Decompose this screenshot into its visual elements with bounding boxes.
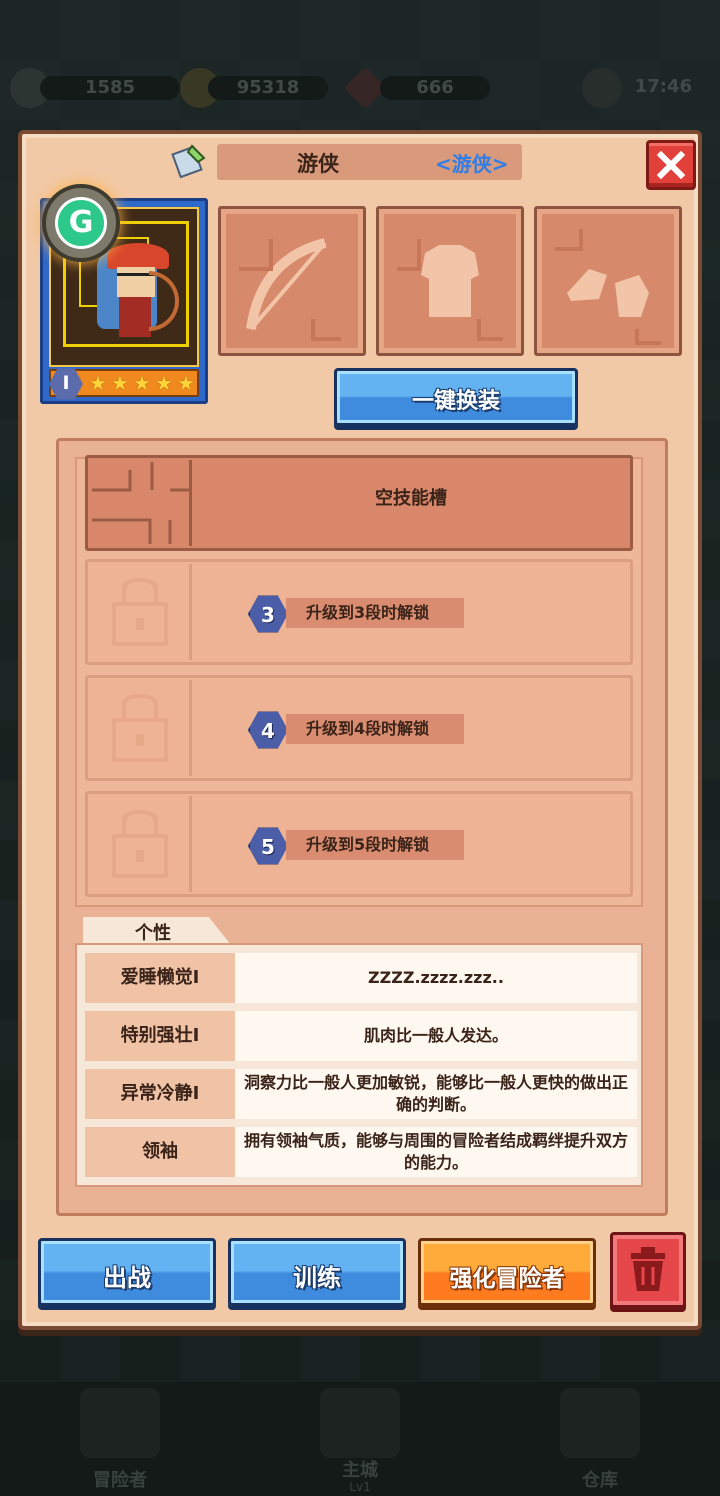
- star-icon: ★: [89, 371, 107, 395]
- level-badge-value: 3: [261, 603, 275, 627]
- skill-slot-list[interactable]: 空技能槽 3 升级到3段时解锁 4 升级到4段时解锁 5 升级到5段时解锁: [75, 455, 643, 907]
- deploy-button[interactable]: 出战: [38, 1238, 216, 1306]
- g-badge[interactable]: G: [42, 184, 120, 262]
- rename-icon[interactable]: [170, 140, 210, 180]
- level-badge-value: 4: [261, 719, 275, 743]
- equipment-slot-boots[interactable]: [534, 206, 682, 356]
- deploy-label: 出战: [103, 1264, 151, 1292]
- hero-sprite-hat: [107, 243, 169, 269]
- star-icon: ★: [177, 371, 195, 395]
- trait-description: 肌肉比一般人发达。: [235, 1011, 637, 1061]
- equipment-slot-armor[interactable]: [376, 206, 524, 356]
- train-button[interactable]: 训练: [228, 1238, 406, 1306]
- level-badge: 3: [248, 595, 288, 633]
- trait-description: ZZZZ.zzzz.zzz..: [235, 953, 637, 1003]
- lock-icon: [90, 564, 192, 660]
- title-bar: 游侠 <游侠>: [217, 144, 522, 180]
- close-button[interactable]: [646, 140, 696, 190]
- empty-slot-label: 空技能槽: [375, 488, 447, 509]
- traits-tab-label: 个性: [135, 923, 171, 944]
- close-icon: [657, 151, 685, 179]
- level-badge: 5: [248, 827, 288, 865]
- trait-row: 特别强壮I 肌肉比一般人发达。: [85, 1011, 637, 1061]
- unlock-requirement: 升级到4段时解锁: [286, 714, 464, 744]
- skill-slot-locked-4[interactable]: 4 升级到4段时解锁: [85, 675, 633, 781]
- rank-badge: I: [49, 368, 83, 400]
- lock-icon: [90, 680, 192, 776]
- trait-row: 异常冷静I 洞察力比一般人更加敏锐，能够比一般人更快的做出正确的判断。: [85, 1069, 637, 1119]
- train-label: 训练: [293, 1264, 341, 1292]
- rank-bar: I ★ ★ ★ ★ ★: [49, 368, 199, 400]
- g-badge-letter: G: [68, 205, 94, 240]
- level-badge: 4: [248, 711, 288, 749]
- star-icon: ★: [155, 371, 173, 395]
- trait-name: 特别强壮I: [85, 1011, 235, 1061]
- lock-icon: [90, 796, 192, 892]
- bow-icon: [239, 238, 341, 341]
- dismiss-hero-button[interactable]: [610, 1232, 686, 1308]
- hero-detail-dialog: 游侠 <游侠> I ★ ★ ★ ★ ★ G 一键换装 空技能槽 3 升级到3段时…: [18, 130, 702, 1330]
- trait-description: 拥有领袖气质，能够与周围的冒险者结成羁绊提升双方的能力。: [235, 1127, 637, 1177]
- skill-slot-locked-5[interactable]: 5 升级到5段时解锁: [85, 791, 633, 897]
- equipment-slot-weapon[interactable]: [218, 206, 366, 356]
- level-badge-value: 5: [261, 835, 275, 859]
- empty-slot-icon: [90, 460, 192, 546]
- enhance-label: 强化冒险者: [449, 1266, 565, 1292]
- traits-list: 爱睡懒觉I ZZZZ.zzzz.zzz.. 特别强壮I 肌肉比一般人发达。 异常…: [75, 943, 643, 1187]
- trash-icon: [631, 1247, 665, 1291]
- unlock-requirement: 升级到5段时解锁: [286, 830, 464, 860]
- trait-row: 领袖 拥有领袖气质，能够与周围的冒险者结成羁绊提升双方的能力。: [85, 1127, 637, 1177]
- trait-name: 领袖: [85, 1127, 235, 1177]
- skill-slot-empty[interactable]: 空技能槽: [85, 455, 633, 551]
- enhance-button[interactable]: 强化冒险者: [418, 1238, 596, 1306]
- rank-value: I: [62, 372, 70, 394]
- g-badge-inner: G: [55, 197, 107, 249]
- star-icon: ★: [111, 371, 129, 395]
- skills-panel: 空技能槽 3 升级到3段时解锁 4 升级到4段时解锁 5 升级到5段时解锁 个性…: [56, 438, 668, 1216]
- trait-row: 爱睡懒觉I ZZZZ.zzzz.zzz..: [85, 953, 637, 1003]
- hero-sprite-body: [119, 297, 151, 337]
- skill-slot-locked-3[interactable]: 3 升级到3段时解锁: [85, 559, 633, 665]
- hero-class: <游侠>: [435, 152, 509, 176]
- hero-name: 游侠: [297, 152, 339, 176]
- boots-icon: [555, 229, 661, 345]
- star-icon: ★: [133, 371, 151, 395]
- one-key-equip-label: 一键换装: [411, 389, 500, 414]
- trait-name: 异常冷静I: [85, 1069, 235, 1119]
- traits-tab: 个性: [83, 917, 231, 945]
- armor-icon: [397, 239, 503, 341]
- trait-description: 洞察力比一般人更加敏锐，能够比一般人更快的做出正确的判断。: [235, 1069, 637, 1119]
- trait-name: 爱睡懒觉I: [85, 953, 235, 1003]
- one-key-equip-button[interactable]: 一键换装: [334, 368, 578, 426]
- unlock-requirement: 升级到3段时解锁: [286, 598, 464, 628]
